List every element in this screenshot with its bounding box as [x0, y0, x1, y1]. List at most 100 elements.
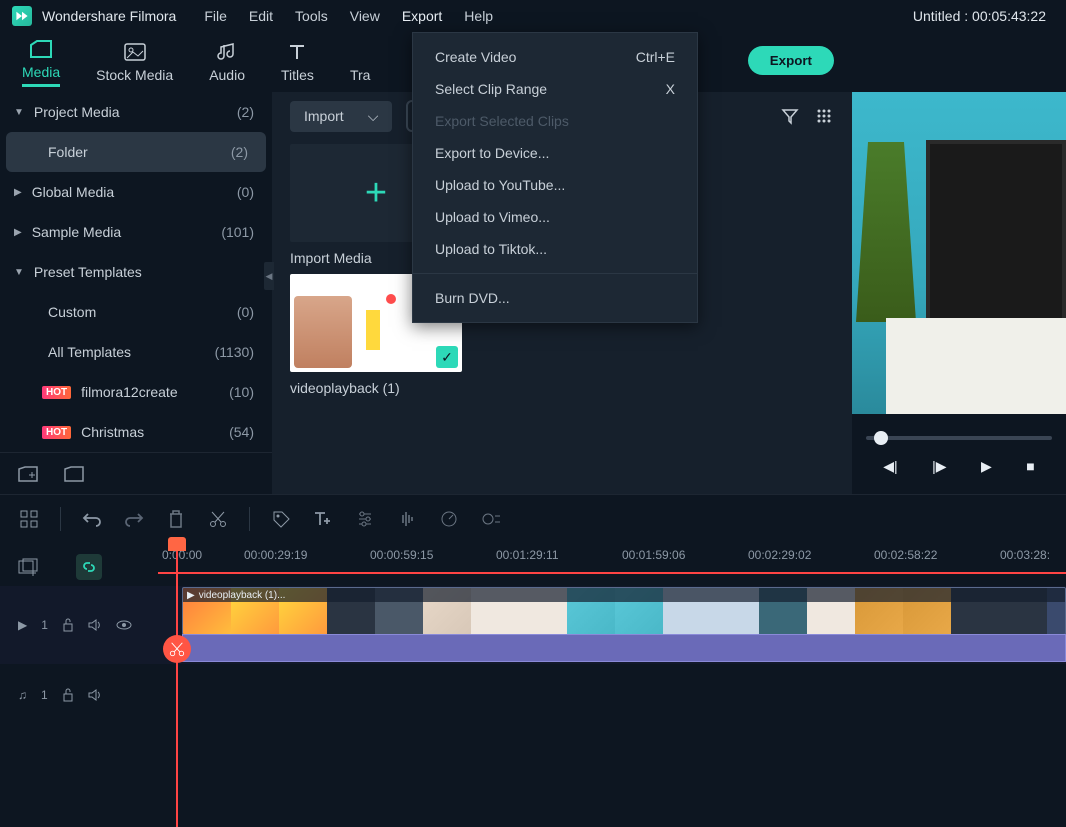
tree-sample-media-count: (101)	[221, 224, 254, 240]
menu-view[interactable]: View	[350, 8, 380, 24]
folder-icon[interactable]	[64, 466, 84, 482]
tab-stock-media[interactable]: Stock Media	[96, 41, 173, 83]
lock-icon[interactable]	[62, 688, 74, 702]
upload-youtube[interactable]: Upload to YouTube...	[413, 169, 697, 201]
upload-youtube-label: Upload to YouTube...	[435, 177, 565, 193]
scrub-handle[interactable]	[874, 431, 888, 445]
burn-dvd[interactable]: Burn DVD...	[413, 282, 697, 314]
tab-transitions[interactable]: Tra	[350, 41, 370, 83]
tree-folder[interactable]: Folder (2)	[6, 132, 266, 172]
delete-icon[interactable]	[165, 508, 187, 530]
upload-tiktok[interactable]: Upload to Tiktok...	[413, 233, 697, 265]
menu-tools[interactable]: Tools	[295, 8, 328, 24]
media-icon	[30, 38, 52, 60]
tree-filmora12-count: (10)	[229, 384, 254, 400]
grid-view-icon[interactable]	[814, 106, 834, 126]
link-icon[interactable]	[76, 554, 102, 580]
titlebar: Wondershare Filmora File Edit Tools View…	[0, 0, 1066, 32]
export-select-clip-range[interactable]: Select Clip RangeX	[413, 73, 697, 105]
tree-all-templates[interactable]: All Templates (1130)	[0, 332, 272, 372]
tab-titles-label: Titles	[281, 67, 314, 83]
video-clip[interactable]: ▶videoplayback (1)...	[182, 587, 1066, 635]
undo-icon[interactable]	[81, 508, 103, 530]
tree-filmora12-label: filmora12create	[81, 384, 178, 400]
playhead-handle[interactable]	[168, 537, 186, 551]
tree-project-media-label: Project Media	[34, 104, 120, 120]
timeline-ruler-marker	[158, 572, 1066, 574]
video-track-icon: ▶	[18, 618, 27, 632]
time-label: 00:02:58:22	[874, 548, 937, 562]
tree-custom[interactable]: Custom (0)	[0, 292, 272, 332]
tree-sample-media[interactable]: ▶ Sample Media (101)	[0, 212, 272, 252]
menu-edit[interactable]: Edit	[249, 8, 273, 24]
caret-right-icon: ▶	[14, 227, 22, 238]
menu-help[interactable]: Help	[464, 8, 493, 24]
tree-all-templates-count: (1130)	[215, 344, 254, 360]
text-add-icon[interactable]	[312, 508, 334, 530]
tree-project-media-count: (2)	[237, 104, 254, 120]
filter-icon[interactable]	[780, 106, 800, 126]
menu-export[interactable]: Export	[402, 8, 442, 24]
upload-tiktok-label: Upload to Tiktok...	[435, 241, 547, 257]
clock-text-icon[interactable]	[480, 508, 502, 530]
clip-audio-waveform[interactable]	[182, 634, 1066, 662]
play-icon[interactable]: ▶	[981, 458, 992, 475]
upload-vimeo[interactable]: Upload to Vimeo...	[413, 201, 697, 233]
tree-filmora12create[interactable]: HOT filmora12create (10)	[0, 372, 272, 412]
media-clip-label: videoplayback (1)	[290, 380, 462, 396]
audio-track: ♫1	[0, 674, 1066, 716]
menu-file[interactable]: File	[204, 8, 227, 24]
export-to-device-label: Export to Device...	[435, 145, 549, 161]
adjust-icon[interactable]	[354, 508, 376, 530]
import-label: Import	[304, 108, 344, 124]
mute-icon[interactable]	[88, 689, 102, 701]
mute-icon[interactable]	[88, 619, 102, 631]
audio-track-content[interactable]	[158, 674, 1066, 716]
redo-icon[interactable]	[123, 508, 145, 530]
tab-media[interactable]: Media	[22, 38, 60, 87]
lock-icon[interactable]	[62, 618, 74, 632]
preview-scrubber[interactable]	[866, 436, 1052, 440]
layout-icon[interactable]	[18, 508, 40, 530]
time-label: 00:02:29:02	[748, 548, 811, 562]
tree-preset-templates-label: Preset Templates	[34, 264, 142, 280]
video-track-content[interactable]: ▶videoplayback (1)...	[158, 586, 1066, 664]
tree-christmas[interactable]: HOTChristmas (54)	[0, 412, 272, 452]
tab-titles[interactable]: Titles	[281, 41, 314, 83]
export-create-video[interactable]: Create VideoCtrl+E	[413, 41, 697, 73]
tree-global-media[interactable]: ▶Global Media (0)	[0, 172, 272, 212]
new-folder-icon[interactable]	[18, 466, 38, 482]
visibility-icon[interactable]	[116, 620, 132, 630]
tree-preset-templates[interactable]: ▼Preset Templates	[0, 252, 272, 292]
tab-stock-label: Stock Media	[96, 67, 173, 83]
export-button[interactable]: Export	[748, 46, 834, 75]
collapse-sidebar-icon[interactable]: ◀	[264, 262, 274, 290]
plus-icon: +	[365, 172, 387, 215]
project-title-time: Untitled : 00:05:43:22	[913, 8, 1046, 24]
add-track-icon[interactable]	[18, 558, 38, 576]
scissor-cut-icon[interactable]	[163, 635, 191, 663]
cut-icon[interactable]	[207, 508, 229, 530]
time-ruler[interactable]: 0:00:00 00:00:29:19 00:00:59:15 00:01:29…	[158, 548, 1066, 586]
sidebar-footer	[0, 452, 272, 494]
time-label: 00:00:59:15	[370, 548, 433, 562]
tag-icon[interactable]	[270, 508, 292, 530]
hot-badge: HOT	[42, 386, 71, 399]
audio-wave-icon[interactable]	[396, 508, 418, 530]
tab-audio[interactable]: Audio	[209, 41, 245, 83]
time-label: 00:00:29:19	[244, 548, 307, 562]
stop-icon[interactable]: ■	[1026, 458, 1034, 475]
next-frame-icon[interactable]: |▶	[932, 458, 946, 475]
speed-icon[interactable]	[438, 508, 460, 530]
import-dropdown[interactable]: Import ⌵	[290, 101, 392, 132]
chevron-down-icon: ⌵	[368, 108, 379, 125]
preview-video[interactable]	[852, 92, 1066, 414]
export-to-device[interactable]: Export to Device...	[413, 137, 697, 169]
tree-project-media[interactable]: ▼Project Media (2)	[0, 92, 272, 132]
app-name: Wondershare Filmora	[42, 8, 176, 24]
prev-frame-icon[interactable]: ◀|	[883, 458, 897, 475]
playhead-line[interactable]	[176, 540, 178, 827]
video-track-head: ▶1	[0, 618, 158, 632]
export-create-video-shortcut: Ctrl+E	[636, 49, 675, 65]
tree-sample-media-label: Sample Media	[32, 224, 122, 240]
